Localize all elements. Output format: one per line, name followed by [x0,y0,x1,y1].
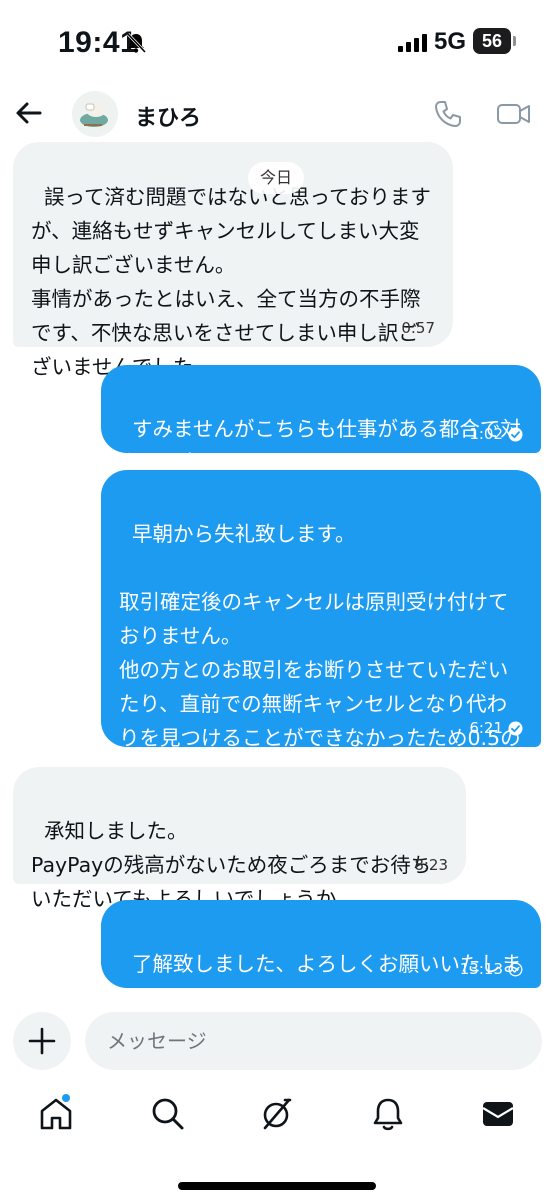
timestamp-text: 8:23 [414,856,448,874]
timestamp-text: 1:02 [469,425,503,443]
status-bar: 19:41 5G 56 [0,0,554,86]
battery-cap [513,36,516,46]
message-bubble-sent[interactable]: 早朝から失礼致します。 取引確定後のキャンセルは原則受け付けておりません。 他の… [101,470,541,784]
bottom-tab-bar [0,1090,554,1146]
network-type: 5G [434,28,467,55]
message-text: 早朝から失礼致します。 取引確定後のキャンセルは原則受け付けておりません。 他の… [119,522,521,784]
message-timestamp: 8:23 [414,856,448,874]
timestamp-text: 13:13 [459,960,503,978]
date-divider: 今日 [248,162,304,194]
message-input[interactable] [85,1012,542,1070]
battery-level: 56 [473,28,511,54]
unread-indicator-dot [62,1094,70,1102]
read-check-icon [508,721,523,735]
contact-avatar[interactable] [72,91,118,137]
home-indicator[interactable] [178,1182,376,1190]
bell-off-icon [126,32,146,54]
signal-icon [398,34,427,52]
message-bubble-received[interactable]: 誤って済む問題ではないと思っておりますが、連絡もせずキャンセルしてしまい大変申し… [13,142,453,379]
message-timestamp: 13:13 [460,960,523,978]
message-timestamp: 1:02 [469,425,523,443]
messages-icon[interactable] [474,1090,522,1138]
message-timestamp: 6:21 [469,719,523,737]
search-icon[interactable] [144,1090,192,1138]
message-text: 承知しました。 PayPayの残高がないため夜ごろまでお待ちいただいてもよろしい… [31,819,432,911]
grok-icon[interactable] [253,1090,301,1138]
plus-icon [28,1027,56,1055]
add-attachment-button[interactable] [13,1012,71,1070]
message-text: すみませんがこちらも仕事がある都合で対応明日考えさせて頂きます。 [119,417,521,475]
message-bubble-sent[interactable]: すみませんがこちらも仕事がある都合で対応明日考えさせて頂きます。 1:02 [101,365,541,475]
read-check-icon [508,427,523,441]
back-arrow-icon[interactable] [12,96,46,130]
home-icon[interactable] [32,1090,80,1138]
contact-name[interactable]: まひろ [135,100,201,132]
notifications-icon[interactable] [364,1090,412,1138]
message-text: 誤って済む問題ではないと思っておりますが、連絡もせずキャンセルしてしまい大変申し… [31,185,431,379]
video-call-icon[interactable] [496,98,532,130]
message-timestamp: 0:57 [401,319,435,337]
chat-header: まひろ [0,86,554,146]
avatar-illustration [72,91,118,137]
message-bubble-sent[interactable]: 了解致しました、よろしくお願いいたします。 13:13 [101,900,541,1010]
message-bubble-received[interactable]: 承知しました。 PayPayの残高がないため夜ごろまでお待ちいただいてもよろしい… [13,767,466,911]
sent-check-icon [508,962,523,976]
timestamp-text: 6:21 [469,719,503,737]
phone-call-icon[interactable] [432,98,464,130]
timestamp-text: 0:57 [401,319,435,337]
